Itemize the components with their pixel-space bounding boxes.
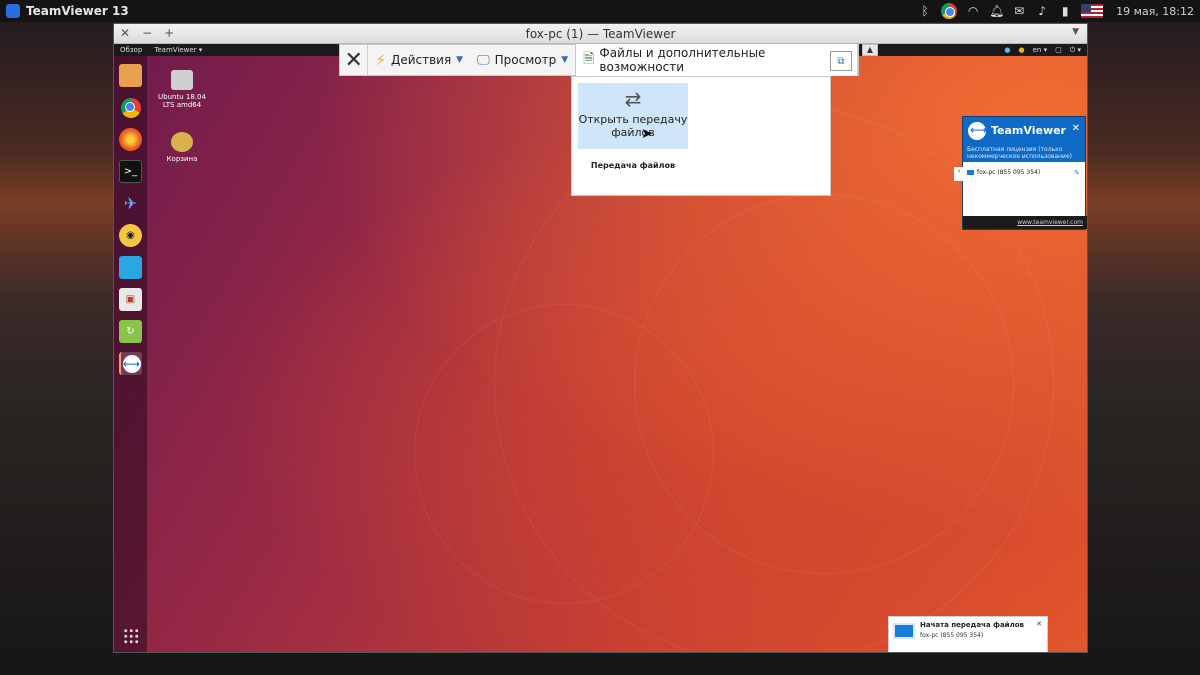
notification-title: Начата передача файлов — [920, 621, 1024, 629]
mouse-cursor-icon: ➤ — [641, 126, 653, 142]
file-transfer-notification[interactable]: Начата передача файлов fox-pc (855 095 3… — [888, 616, 1048, 652]
software-center-icon[interactable]: ▣ — [119, 288, 142, 311]
open-file-transfer-button[interactable]: ⇄ Открыть передачу файлов ➤ — [578, 83, 688, 149]
chevron-right-icon[interactable]: › — [954, 167, 964, 181]
system-tray: ᛒ ◠ 🔔︎ ✉ ♪ ▮ 19 мая, 18:12 — [918, 0, 1194, 22]
files-icon[interactable] — [119, 64, 142, 87]
mail-icon[interactable]: ✉ — [1012, 4, 1026, 18]
firefox-icon[interactable] — [119, 128, 142, 151]
switch-screen-icon[interactable]: ⧉ — [830, 51, 852, 71]
bird-app-icon[interactable]: ✈ — [119, 192, 142, 215]
files-dropdown-menu: ⇄ Открыть передачу файлов ➤ Передача фай… — [571, 76, 831, 196]
panel-brand: TeamViewer — [991, 124, 1066, 137]
desktop-icon-ubuntu[interactable]: Ubuntu 18.04 LTS amd64 — [157, 70, 207, 109]
disk-icon — [171, 70, 193, 90]
pin-icon[interactable]: ✎ — [1074, 169, 1080, 177]
teamviewer-website-link[interactable]: www.teamviewer.com — [963, 216, 1087, 229]
files-label: Файлы и дополнительные возможности — [599, 46, 766, 74]
close-icon[interactable]: ✕ — [1072, 123, 1080, 134]
chevron-down-icon: ▼ — [561, 55, 569, 65]
partner-id: fox-pc (855 095 354) — [977, 169, 1041, 176]
chrome-dock-icon[interactable] — [119, 96, 142, 119]
dock: >_ ✈ ◉ ▣ ↻ ⟷ — [114, 56, 147, 652]
files-menu-button[interactable]: 🗎 Файлы и дополнительные возможности ▼ — [575, 44, 858, 76]
host-app-name: TeamViewer 13 — [26, 4, 129, 18]
chevron-down-icon[interactable]: ▼ — [1072, 27, 1079, 37]
remote-desktop[interactable]: Обзор TeamViewer ▾ ● ● en ▾ ▢ ⏻ ▾ >_ ✈ ◉… — [114, 44, 1087, 652]
desktop-icon-label: Ubuntu 18.04 LTS amd64 — [158, 93, 206, 109]
battery-icon[interactable]: ▮ — [1058, 4, 1072, 18]
window-title: fox-pc (1) — TeamViewer — [525, 27, 676, 41]
teamviewer-logo-icon — [6, 4, 20, 18]
actions-menu-button[interactable]: ⚡ Действия ▼ — [368, 45, 470, 75]
bluetooth-icon[interactable]: ᛒ — [918, 4, 932, 18]
teamviewer-logo-icon — [968, 122, 987, 140]
chrome-tray-icon[interactable]: ● — [1019, 46, 1025, 54]
remote-app-menu[interactable]: TeamViewer ▾ — [148, 46, 208, 54]
license-text: Бесплатная лицензия (только некоммерческ… — [967, 146, 1072, 160]
updater-icon[interactable]: ↻ — [119, 320, 142, 343]
window-titlebar[interactable]: ✕ − + fox-pc (1) — TeamViewer ▼ — [114, 24, 1087, 44]
clock[interactable]: 19 мая, 18:12 — [1116, 5, 1194, 18]
view-menu-button[interactable]: 🖵 Просмотр ▼ — [470, 45, 575, 75]
trash-icon — [171, 132, 193, 152]
view-label: Просмотр — [494, 53, 557, 67]
monitor-icon — [967, 170, 974, 175]
close-connection-button[interactable]: ✕ — [340, 45, 369, 75]
panel-header: TeamViewer ✕ Бесплатная лицензия (только… — [963, 117, 1085, 162]
wifi-icon[interactable]: ◠ — [966, 4, 980, 18]
teamviewer-tray-icon[interactable]: ● — [1004, 46, 1010, 54]
teamviewer-session-panel: › TeamViewer ✕ Бесплатная лицензия (толь… — [954, 116, 1087, 230]
desktop-icon-trash[interactable]: Корзина — [157, 132, 207, 163]
open-file-transfer-label: Открыть передачу файлов — [578, 113, 688, 139]
power-icon[interactable]: ⏻ ▾ — [1070, 46, 1081, 55]
monitor-icon: 🖵 — [477, 52, 490, 68]
session-partner-row[interactable]: fox-pc (855 095 354) — [967, 169, 1040, 176]
rhythmbox-icon[interactable]: ◉ — [119, 224, 142, 247]
group-label: Передача файлов — [590, 161, 676, 170]
libreoffice-icon[interactable] — [119, 256, 142, 279]
remote-control-toolbar: ✕ ⚡ Действия ▼ 🖵 Просмотр ▼ 🗎 Файлы и до… — [339, 44, 859, 76]
collapse-toolbar-icon[interactable]: ▲ — [862, 44, 878, 56]
desktop-icon-label: Корзина — [166, 155, 198, 163]
screen-icon[interactable]: ▢ — [1055, 46, 1062, 54]
host-top-panel: TeamViewer 13 ᛒ ◠ 🔔︎ ✉ ♪ ▮ 19 мая, 18:12 — [0, 0, 1200, 22]
monitor-icon — [893, 623, 915, 639]
show-applications-icon[interactable] — [123, 628, 139, 644]
volume-icon[interactable]: ♪ — [1035, 4, 1049, 18]
language-switcher[interactable]: en ▾ — [1033, 46, 1047, 54]
lightning-icon: ⚡ — [375, 51, 386, 69]
teamviewer-window: ✕ − + fox-pc (1) — TeamViewer ▼ Обзор Te… — [113, 23, 1088, 653]
close-icon[interactable]: ✕ — [1036, 620, 1042, 628]
chrome-icon[interactable] — [941, 3, 958, 19]
host-app-menu[interactable]: TeamViewer 13 — [0, 4, 129, 18]
wallpaper-ring — [414, 304, 714, 604]
file-plus-icon: 🗎 — [583, 51, 595, 67]
terminal-icon[interactable]: >_ — [119, 160, 142, 183]
overview-button[interactable]: Обзор — [114, 46, 148, 54]
teamviewer-dock-icon[interactable]: ⟷ — [119, 352, 142, 375]
notification-text: fox-pc (855 095 354) — [920, 632, 984, 639]
actions-label: Действия — [390, 53, 452, 67]
keyboard-layout-flag-icon[interactable] — [1081, 4, 1104, 18]
chevron-down-icon: ▼ — [456, 55, 464, 65]
notification-bell-icon[interactable]: 🔔︎ — [989, 4, 1004, 18]
file-transfer-icon: ⇄ — [624, 87, 642, 111]
